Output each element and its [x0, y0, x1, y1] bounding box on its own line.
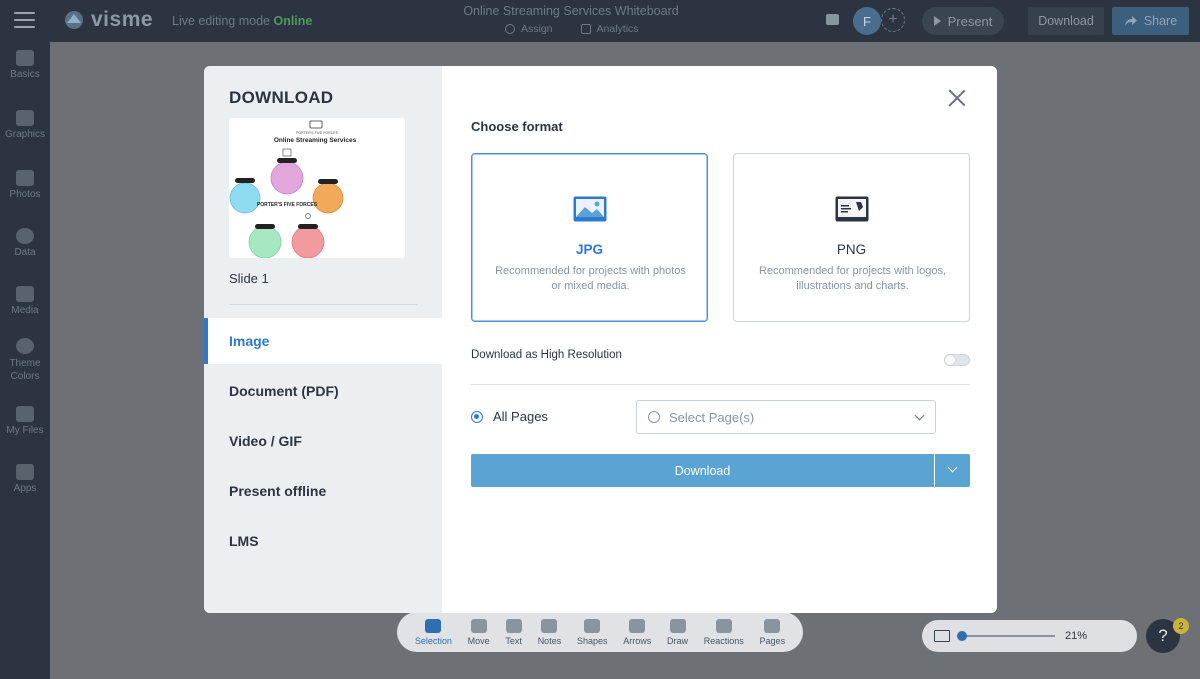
analytics-link[interactable]: Analytics — [580, 23, 639, 35]
tool-reactions[interactable]: Reactions — [704, 618, 744, 646]
comment-icon[interactable] — [826, 14, 839, 25]
download-button[interactable]: Download — [471, 454, 934, 487]
all-pages-radio[interactable] — [471, 410, 483, 423]
share-button[interactable]: Share — [1112, 7, 1189, 35]
zoom-slider[interactable] — [957, 631, 1055, 641]
emoji-icon — [715, 618, 732, 633]
download-modal: DOWNLOAD PORTER'S FIVE FORCES Online Str… — [204, 66, 997, 613]
select-pages-radio[interactable] — [648, 411, 660, 423]
sidebar-item-graphics[interactable]: Graphics — [0, 110, 50, 140]
apps-icon — [16, 464, 34, 480]
graphics-icon — [16, 110, 34, 126]
nav-image[interactable]: Image — [204, 318, 442, 364]
bottom-toolbar: Selection Move Text Notes Shapes Arrows … — [397, 612, 803, 652]
choose-format-label: Choose format — [471, 119, 563, 134]
note-icon — [541, 618, 558, 633]
nav-present-offline[interactable]: Present offline — [204, 468, 442, 514]
sidebar-item-photos[interactable]: Photos — [0, 170, 50, 200]
assign-icon — [505, 24, 515, 34]
thumb-top-label: PORTER'S FIVE FORCES — [296, 131, 338, 135]
slide-label: Slide 1 — [229, 271, 269, 286]
tool-move[interactable]: Move — [468, 618, 490, 646]
nav-lms[interactable]: LMS — [204, 518, 442, 564]
avatar[interactable]: F — [853, 7, 881, 35]
high-resolution-label: Download as High Resolution — [471, 349, 622, 361]
present-button[interactable]: Present — [922, 7, 1004, 35]
modal-content: Choose format JPG Recommended for projec… — [442, 66, 997, 613]
hand-icon — [470, 618, 487, 633]
add-collaborator-icon[interactable]: + — [881, 8, 905, 32]
sidebar-item-theme-colors[interactable]: Theme Colors — [0, 338, 50, 383]
thumbnail-preview: PORTER'S FIVE FORCES Online Streaming Se… — [229, 118, 405, 258]
zoom-control: 21% — [922, 620, 1137, 652]
format-description: Recommended for projects with photos or … — [495, 265, 686, 292]
format-description: Recommended for projects with logos, ill… — [758, 265, 947, 292]
slide-thumbnail: PORTER'S FIVE FORCES Online Streaming Se… — [229, 118, 405, 258]
play-icon — [933, 16, 941, 26]
help-badge: 2 — [1173, 618, 1189, 634]
zoom-value: 21% — [1065, 630, 1088, 642]
data-icon — [16, 228, 34, 244]
image-icon — [573, 196, 607, 222]
theme-colors-icon — [16, 338, 34, 354]
tool-notes[interactable]: Notes — [538, 618, 561, 646]
share-icon — [1124, 16, 1137, 26]
top-bar: visme Live editing mode Online Online St… — [0, 0, 1200, 42]
arrow-icon — [629, 618, 646, 633]
all-pages-option[interactable]: All Pages — [471, 409, 548, 424]
format-card-png[interactable]: PNG Recommended for projects with logos,… — [733, 153, 970, 322]
left-sidebar: Basics Graphics Photos Data Media Theme … — [0, 42, 50, 679]
download-top-button[interactable]: Download — [1028, 7, 1104, 35]
format-name: PNG — [836, 242, 867, 257]
shapes-icon — [584, 618, 601, 633]
modal-title: DOWNLOAD — [229, 88, 334, 107]
format-name: JPG — [575, 242, 603, 257]
select-pages-dropdown[interactable]: Select Page(s) — [636, 400, 936, 434]
cursor-icon — [425, 618, 442, 633]
format-card-jpg[interactable]: JPG Recommended for projects with photos… — [471, 153, 708, 322]
analytics-icon — [580, 24, 591, 34]
sidebar-item-my-files[interactable]: My Files — [0, 406, 50, 436]
sidebar-item-media[interactable]: Media — [0, 286, 50, 316]
sidebar-item-apps[interactable]: Apps — [0, 464, 50, 494]
thumb-center-text: PORTER'S FIVE FORCES — [257, 202, 318, 208]
divider — [471, 384, 970, 385]
tool-selection[interactable]: Selection — [415, 618, 452, 646]
pencil-icon — [669, 618, 686, 633]
chevron-down-icon — [914, 410, 925, 421]
basics-icon — [16, 50, 34, 66]
tool-shapes[interactable]: Shapes — [577, 618, 607, 646]
nav-document-pdf[interactable]: Document (PDF) — [204, 368, 442, 414]
assign-link[interactable]: Assign — [505, 23, 553, 35]
text-icon — [505, 618, 522, 633]
tool-text[interactable]: Text — [505, 618, 522, 646]
document-actions: Assign Analytics — [505, 23, 639, 35]
sidebar-item-basics[interactable]: Basics — [0, 50, 50, 80]
frame-icon[interactable] — [934, 630, 950, 642]
tool-pages[interactable]: Pages — [760, 618, 785, 646]
pages-icon — [764, 618, 781, 633]
sidebar-item-data[interactable]: Data — [0, 228, 50, 258]
nav-video-gif[interactable]: Video / GIF — [204, 418, 442, 464]
modal-sidebar: DOWNLOAD PORTER'S FIVE FORCES Online Str… — [204, 66, 442, 613]
close-icon[interactable] — [948, 89, 966, 107]
tool-draw[interactable]: Draw — [667, 618, 688, 646]
photos-icon — [16, 170, 34, 186]
document-image-icon — [835, 196, 869, 222]
thumb-title: Online Streaming Services — [274, 137, 357, 144]
tool-arrows[interactable]: Arrows — [623, 618, 651, 646]
divider — [229, 304, 417, 305]
download-options-chevron-down-icon[interactable] — [935, 454, 970, 487]
media-icon — [16, 286, 34, 302]
my-files-icon — [16, 406, 34, 422]
high-resolution-toggle[interactable] — [944, 354, 970, 366]
